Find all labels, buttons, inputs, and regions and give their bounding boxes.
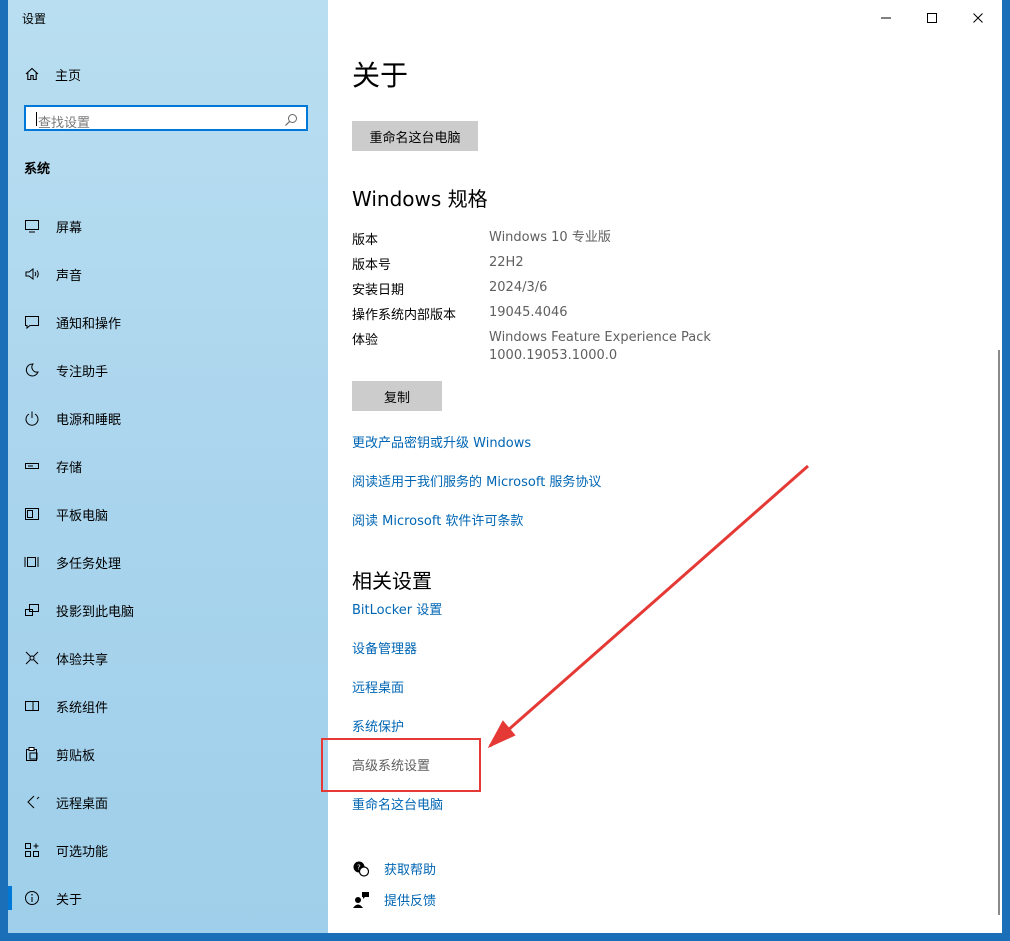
get-help-label: 获取帮助 [384, 863, 437, 878]
minimize-icon [880, 9, 892, 28]
search-icon [284, 112, 298, 131]
rename-pc-link[interactable]: 重命名这台电脑 [352, 794, 443, 813]
sidebar-item-label: 声音 [56, 268, 83, 284]
maximize-button[interactable] [910, 6, 954, 30]
group-title: 系统 [24, 162, 51, 177]
text-caret [36, 112, 37, 126]
monitor-icon [23, 217, 41, 235]
speaker-icon [23, 265, 41, 283]
spec-value-experience-version: 1000.19053.1000.0 [489, 348, 618, 363]
spec-value-os-build: 19045.4046 [489, 305, 568, 320]
spec-value-experience: Windows Feature Experience Pack [489, 330, 711, 345]
sidebar: 设置 主页 查找设置 系统 屏幕 声音 通知和操作 专注助手 电源和睡眠 存储 … [8, 0, 328, 933]
spec-label-os-build: 操作系统内部版本 [352, 308, 457, 323]
sidebar-item-tablet[interactable]: 平板电脑 [8, 494, 328, 534]
sidebar-item-notifications[interactable]: 通知和操作 [8, 302, 328, 342]
sidebar-item-label: 电源和睡眠 [56, 412, 122, 428]
sidebar-item-label: 体验共享 [56, 652, 109, 668]
sidebar-item-sound[interactable]: 声音 [8, 254, 328, 294]
moon-icon [23, 361, 41, 379]
sidebar-item-optional-features[interactable]: 可选功能 [8, 830, 328, 870]
sidebar-item-label: 关于 [56, 892, 83, 908]
annotation-highlight-box [321, 738, 481, 792]
sidebar-item-storage[interactable]: 存储 [8, 446, 328, 486]
svg-text:?: ? [357, 863, 361, 871]
sidebar-item-power[interactable]: 电源和睡眠 [8, 398, 328, 438]
info-icon [23, 889, 41, 907]
tablet-icon [23, 505, 41, 523]
app-title: 设置 [22, 12, 47, 26]
sidebar-item-about[interactable]: 关于 [8, 878, 328, 918]
sidebar-item-label: 平板电脑 [56, 508, 109, 524]
sidebar-item-label: 屏幕 [56, 220, 83, 236]
spec-label-experience: 体验 [352, 333, 379, 348]
related-settings-title: 相关设置 [352, 569, 432, 593]
copy-button[interactable]: 复制 [352, 381, 442, 411]
license-terms-link[interactable]: 阅读 Microsoft 软件许可条款 [352, 510, 523, 529]
settings-window: 设置 主页 查找设置 系统 屏幕 声音 通知和操作 专注助手 电源和睡眠 存储 … [8, 0, 1002, 933]
scrollbar[interactable] [998, 350, 1000, 915]
search-input[interactable]: 查找设置 [24, 105, 308, 131]
sidebar-item-remote-desktop[interactable]: 远程桌面 [8, 782, 328, 822]
sidebar-item-project[interactable]: 投影到此电脑 [8, 590, 328, 630]
search-placeholder: 查找设置 [38, 116, 91, 131]
optional-features-icon [23, 841, 41, 859]
clipboard-icon [23, 745, 41, 763]
page-title: 关于 [352, 59, 409, 92]
spec-value-install-date: 2024/3/6 [489, 280, 548, 295]
sidebar-item-system-components[interactable]: 系统组件 [8, 686, 328, 726]
sidebar-item-label: 系统组件 [56, 700, 109, 716]
sidebar-item-label: 通知和操作 [56, 316, 122, 332]
services-agreement-link[interactable]: 阅读适用于我们服务的 Microsoft 服务协议 [352, 471, 601, 490]
storage-icon [23, 457, 41, 475]
sidebar-item-focus-assist[interactable]: 专注助手 [8, 350, 328, 390]
sidebar-home[interactable]: 主页 [24, 64, 81, 84]
rename-pc-button[interactable]: 重命名这台电脑 [352, 121, 478, 151]
feedback-label: 提供反馈 [384, 894, 437, 909]
power-icon [23, 409, 41, 427]
sidebar-item-label: 多任务处理 [56, 556, 122, 572]
sidebar-item-multitasking[interactable]: 多任务处理 [8, 542, 328, 582]
system-protection-link[interactable]: 系统保护 [352, 716, 404, 735]
components-icon [23, 697, 41, 715]
close-button[interactable] [956, 6, 1000, 30]
home-label: 主页 [55, 68, 82, 84]
help-chat-icon: ? [352, 860, 370, 878]
remote-icon [23, 793, 41, 811]
sidebar-item-label: 存储 [56, 460, 83, 476]
notification-icon [23, 313, 41, 331]
spec-label-install-date: 安装日期 [352, 283, 405, 298]
specs-title: Windows 规格 [352, 187, 488, 211]
sidebar-item-shared-experiences[interactable]: 体验共享 [8, 638, 328, 678]
get-help-link[interactable]: ? 获取帮助 [352, 859, 436, 878]
share-icon [23, 649, 41, 667]
change-product-key-link[interactable]: 更改产品密钥或升级 Windows [352, 432, 531, 451]
sidebar-item-label: 剪贴板 [56, 748, 96, 764]
close-icon [972, 9, 984, 28]
sidebar-item-clipboard[interactable]: 剪贴板 [8, 734, 328, 774]
multitask-icon [23, 553, 41, 571]
spec-label-version: 版本号 [352, 258, 392, 273]
device-manager-link[interactable]: 设备管理器 [352, 638, 417, 657]
remote-desktop-link[interactable]: 远程桌面 [352, 677, 404, 696]
minimize-button[interactable] [864, 6, 908, 30]
sidebar-item-label: 可选功能 [56, 844, 109, 860]
sidebar-item-label: 投影到此电脑 [56, 604, 135, 620]
sidebar-item-label: 专注助手 [56, 364, 109, 380]
spec-value-version: 22H2 [489, 255, 524, 270]
feedback-link[interactable]: 提供反馈 [352, 890, 436, 909]
bitlocker-link[interactable]: BitLocker 设置 [352, 599, 442, 618]
feedback-icon [352, 891, 370, 909]
maximize-icon [926, 9, 938, 28]
spec-value-edition: Windows 10 专业版 [489, 230, 611, 245]
sidebar-item-display[interactable]: 屏幕 [8, 206, 328, 246]
main-content: 关于 重命名这台电脑 Windows 规格 版本 Windows 10 专业版 … [328, 0, 1002, 933]
home-icon [24, 66, 40, 82]
project-icon [23, 601, 41, 619]
spec-label-edition: 版本 [352, 233, 379, 248]
sidebar-item-label: 远程桌面 [56, 796, 109, 812]
